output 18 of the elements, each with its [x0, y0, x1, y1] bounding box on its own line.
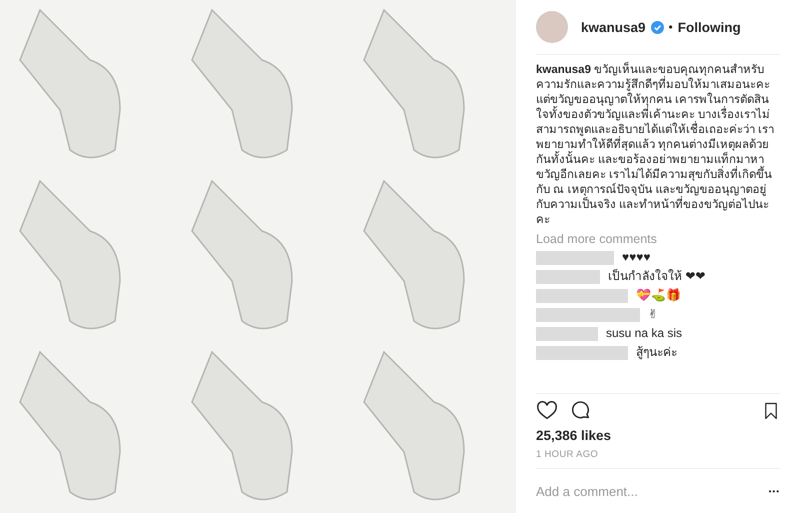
username[interactable]: kwanusa9	[581, 20, 646, 34]
separator-dot: •	[668, 20, 673, 34]
following-link[interactable]: Following	[678, 20, 741, 34]
caption: kwanusa9 ขวัญเห็นและขอบคุณทุกคนสำหรับความรักและความรู้สึกดีๆที่มอบให้มาเสมอนะคะ แต่ขวัญขออนุญาตให้ทุกคน เคารพในการตัดสินใจทั้งของตัวขวัญและพี่เค้านะคะ บางเรื่องเราไม่สามารถพูดและอธิบายได้แต่ให้เชื่อเถอะค่ะว่า เราพยายามทำให้ดีที่สุดแล้ว ทุกคนต่างมีเหตุผลด้วยกันทั้งนั้นคะ และขอร้องอย่าพยายามแท็กมาหาขวัญอีกเลยคะ เราไม่ได้มีความสุขกับสิ่งที่เกิดขึ้นกับ ณ เหตุการณ์ปัจจุบัน และขวัญขออนุญาตอยู่กับความเป็นจริง และทำหน้าที่ของขวัญต่อไปนะคะ	[536, 63, 780, 228]
heart-icon[interactable]	[536, 400, 558, 422]
comment-text: ✌	[647, 306, 660, 323]
post-time: 1 HOUR AGO	[536, 449, 600, 460]
more-menu[interactable]: •••	[768, 486, 780, 496]
comment-text: เป็นกำลังใจให้ ❤❤	[607, 268, 706, 285]
comment-text: สู้ๆนะค่ะ	[635, 344, 678, 362]
comment-text: 💝⛳🎁	[635, 287, 682, 304]
bookmark-icon[interactable]	[762, 400, 780, 422]
comment-text: ♥♥♥♥	[621, 249, 652, 266]
like-count[interactable]: 25,386 likes	[536, 428, 780, 443]
comment-field[interactable]: Add a comment...	[536, 484, 769, 498]
blurred-username	[536, 326, 598, 340]
blurred-username	[536, 270, 600, 284]
comment-text: susu na ka sis	[605, 325, 684, 342]
